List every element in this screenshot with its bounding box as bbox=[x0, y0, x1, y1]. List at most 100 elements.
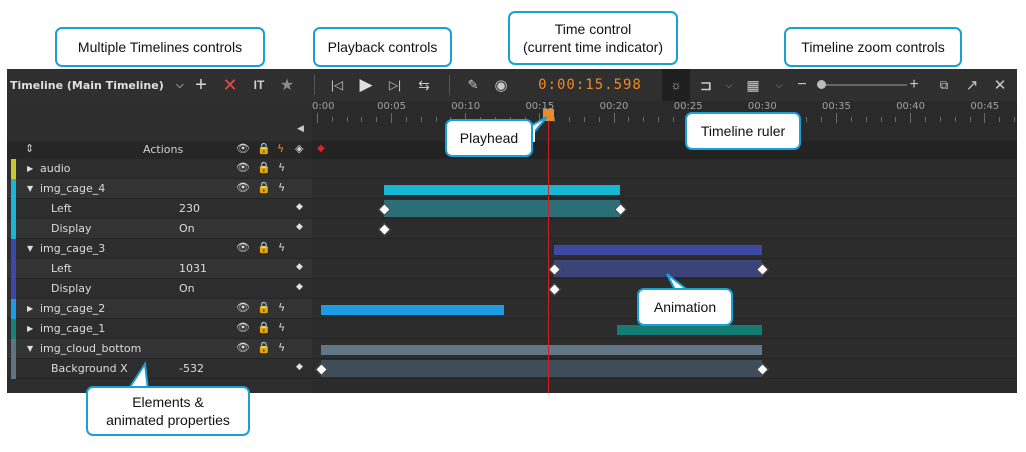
property-value[interactable]: 1031 bbox=[179, 262, 207, 275]
track-lane[interactable] bbox=[312, 199, 1017, 219]
expanded-arrow-icon[interactable]: ▼ bbox=[27, 184, 33, 193]
zoom-in-icon[interactable]: + bbox=[906, 69, 922, 101]
add-keyframe-icon[interactable]: ◆ bbox=[296, 262, 303, 272]
ruler-tick-label: 00:20 bbox=[599, 101, 629, 112]
timeline-selector[interactable]: Timeline (Main Timeline) ⌵ bbox=[10, 69, 190, 101]
delete-icon[interactable]: ✕ bbox=[220, 69, 240, 101]
track-lane[interactable] bbox=[312, 339, 1017, 359]
lock-icon[interactable]: 🔒 bbox=[257, 161, 271, 174]
visibility-icon[interactable]: 👁 bbox=[236, 301, 250, 314]
animation-segment[interactable] bbox=[321, 360, 762, 377]
property-value[interactable]: -532 bbox=[179, 362, 204, 375]
skip-start-icon[interactable]: |◁ bbox=[327, 69, 347, 101]
animation-segment[interactable] bbox=[554, 260, 762, 277]
playhead-handle[interactable] bbox=[543, 109, 555, 121]
zoom-slider[interactable] bbox=[817, 80, 907, 89]
element-timespan-bar[interactable] bbox=[616, 325, 762, 335]
current-time-display[interactable]: 0:00:15.598 bbox=[535, 69, 645, 101]
property-value[interactable]: On bbox=[179, 222, 195, 235]
lock-icon[interactable]: 🔒 bbox=[257, 321, 271, 334]
zoom-slider-handle[interactable] bbox=[817, 80, 826, 89]
visibility-icon[interactable]: 👁 bbox=[236, 341, 250, 354]
playhead[interactable] bbox=[543, 109, 555, 393]
element-timespan-bar[interactable] bbox=[554, 245, 762, 255]
property-value[interactable]: On bbox=[179, 282, 195, 295]
visibility-icon[interactable]: 👁 bbox=[236, 321, 250, 334]
lightning-icon[interactable]: ϟ bbox=[278, 301, 285, 314]
lightning-icon[interactable]: ϟ bbox=[278, 341, 285, 354]
timeline-name: Timeline (Main Timeline) bbox=[10, 78, 164, 92]
track-lane[interactable] bbox=[312, 359, 1017, 379]
visibility-header-icon[interactable]: 👁 bbox=[236, 142, 250, 155]
star-icon[interactable]: ★ bbox=[277, 69, 297, 101]
close-icon[interactable]: ✕ bbox=[990, 69, 1010, 101]
track-lane[interactable] bbox=[312, 239, 1017, 259]
lightning-icon[interactable]: ϟ bbox=[278, 181, 285, 194]
lock-icon[interactable]: 🔒 bbox=[257, 241, 271, 254]
collapsed-arrow-icon[interactable]: ▶ bbox=[27, 304, 33, 313]
expanded-arrow-icon[interactable]: ▼ bbox=[27, 344, 33, 353]
track-lane[interactable] bbox=[312, 259, 1017, 279]
track-lane[interactable] bbox=[312, 219, 1017, 239]
play-icon[interactable]: ▶ bbox=[355, 69, 377, 101]
collapse-all-icon[interactable]: ⇕ bbox=[25, 142, 34, 155]
lightbulb-icon[interactable]: ☼ bbox=[662, 69, 690, 101]
property-row[interactable]: Left 1031 ◆ bbox=[7, 259, 312, 279]
element-row[interactable]: ▶ img_cage_1 👁 🔒 ϟ bbox=[7, 319, 312, 339]
action-marker-icon[interactable]: ◆ bbox=[317, 143, 325, 154]
skip-end-icon[interactable]: ▷| bbox=[385, 69, 405, 101]
expanded-arrow-icon[interactable]: ▼ bbox=[27, 244, 33, 253]
pen-icon[interactable]: ✎ bbox=[463, 69, 483, 101]
lock-header-icon[interactable]: 🔒 bbox=[257, 142, 271, 155]
add-keyframe-icon[interactable]: ◆ bbox=[296, 202, 303, 212]
property-row[interactable]: Display On ◆ bbox=[7, 279, 312, 299]
visibility-icon[interactable]: 👁 bbox=[236, 161, 250, 174]
property-value[interactable]: 230 bbox=[179, 202, 200, 215]
visibility-icon[interactable]: 👁 bbox=[236, 241, 250, 254]
loop-icon[interactable]: ⇆ bbox=[413, 69, 435, 101]
lightning-header-icon[interactable]: ϟ bbox=[277, 142, 284, 155]
element-timespan-bar[interactable] bbox=[321, 345, 762, 355]
animation-segment[interactable] bbox=[383, 200, 620, 217]
rename-icon[interactable]: IT bbox=[248, 69, 270, 101]
track-lane[interactable] bbox=[312, 179, 1017, 199]
keyframe-marker[interactable] bbox=[377, 223, 391, 236]
element-row[interactable]: ▶ img_cage_2 👁 🔒 ϟ bbox=[7, 299, 312, 319]
lightning-icon[interactable]: ϟ bbox=[278, 241, 285, 254]
lightning-icon[interactable]: ϟ bbox=[278, 321, 285, 334]
popout-icon[interactable]: ↗ bbox=[962, 69, 982, 101]
snap-icon[interactable]: ⊐ bbox=[695, 69, 717, 101]
element-timespan-bar[interactable] bbox=[383, 185, 620, 195]
fit-icon[interactable]: ⧉ bbox=[934, 69, 954, 101]
element-row[interactable]: ▶ audio 👁 🔒 ϟ bbox=[7, 159, 312, 179]
property-row[interactable]: Display On ◆ bbox=[7, 219, 312, 239]
keyframe-header-icon[interactable]: ◈ bbox=[295, 142, 303, 155]
visibility-icon[interactable]: 👁 bbox=[236, 181, 250, 194]
collapsed-arrow-icon[interactable]: ▶ bbox=[27, 164, 33, 173]
lock-icon[interactable]: 🔒 bbox=[257, 301, 271, 314]
lock-icon[interactable]: 🔒 bbox=[257, 181, 271, 194]
add-keyframe-icon[interactable]: ◆ bbox=[296, 222, 303, 232]
element-timespan-bar[interactable] bbox=[321, 305, 504, 315]
element-name: img_cage_2 bbox=[40, 302, 106, 315]
timeline-ruler[interactable]: 0:00 00:05 00:10 00:15 00:20 00:25 00:30 00:35 0… bbox=[312, 101, 1017, 141]
keyframe-marker[interactable] bbox=[548, 283, 562, 296]
plus-icon[interactable]: + bbox=[191, 69, 211, 101]
lightning-icon[interactable]: ϟ bbox=[278, 161, 285, 174]
add-keyframe-icon[interactable]: ◆ bbox=[296, 362, 303, 372]
chevron-down-icon[interactable]: ⌵ bbox=[723, 69, 735, 101]
property-row[interactable]: Background X -532 ◆ bbox=[7, 359, 312, 379]
element-row[interactable]: ▼ img_cloud_bottom 👁 🔒 ϟ bbox=[7, 339, 312, 359]
collapsed-arrow-icon[interactable]: ▶ bbox=[27, 324, 33, 333]
record-icon[interactable]: ◉ bbox=[491, 69, 511, 101]
collapse-arrow-icon[interactable]: ◀ bbox=[297, 123, 304, 134]
track-lane[interactable] bbox=[312, 159, 1017, 179]
lock-icon[interactable]: 🔒 bbox=[257, 341, 271, 354]
chevron-down-icon[interactable]: ⌵ bbox=[773, 69, 785, 101]
element-row[interactable]: ▼ img_cage_3 👁 🔒 ϟ bbox=[7, 239, 312, 259]
property-row[interactable]: Left 230 ◆ bbox=[7, 199, 312, 219]
grid-icon[interactable]: ▦ bbox=[742, 69, 764, 101]
zoom-out-icon[interactable]: − bbox=[794, 69, 810, 101]
element-row[interactable]: ▼ img_cage_4 👁 🔒 ϟ bbox=[7, 179, 312, 199]
add-keyframe-icon[interactable]: ◆ bbox=[296, 282, 303, 292]
